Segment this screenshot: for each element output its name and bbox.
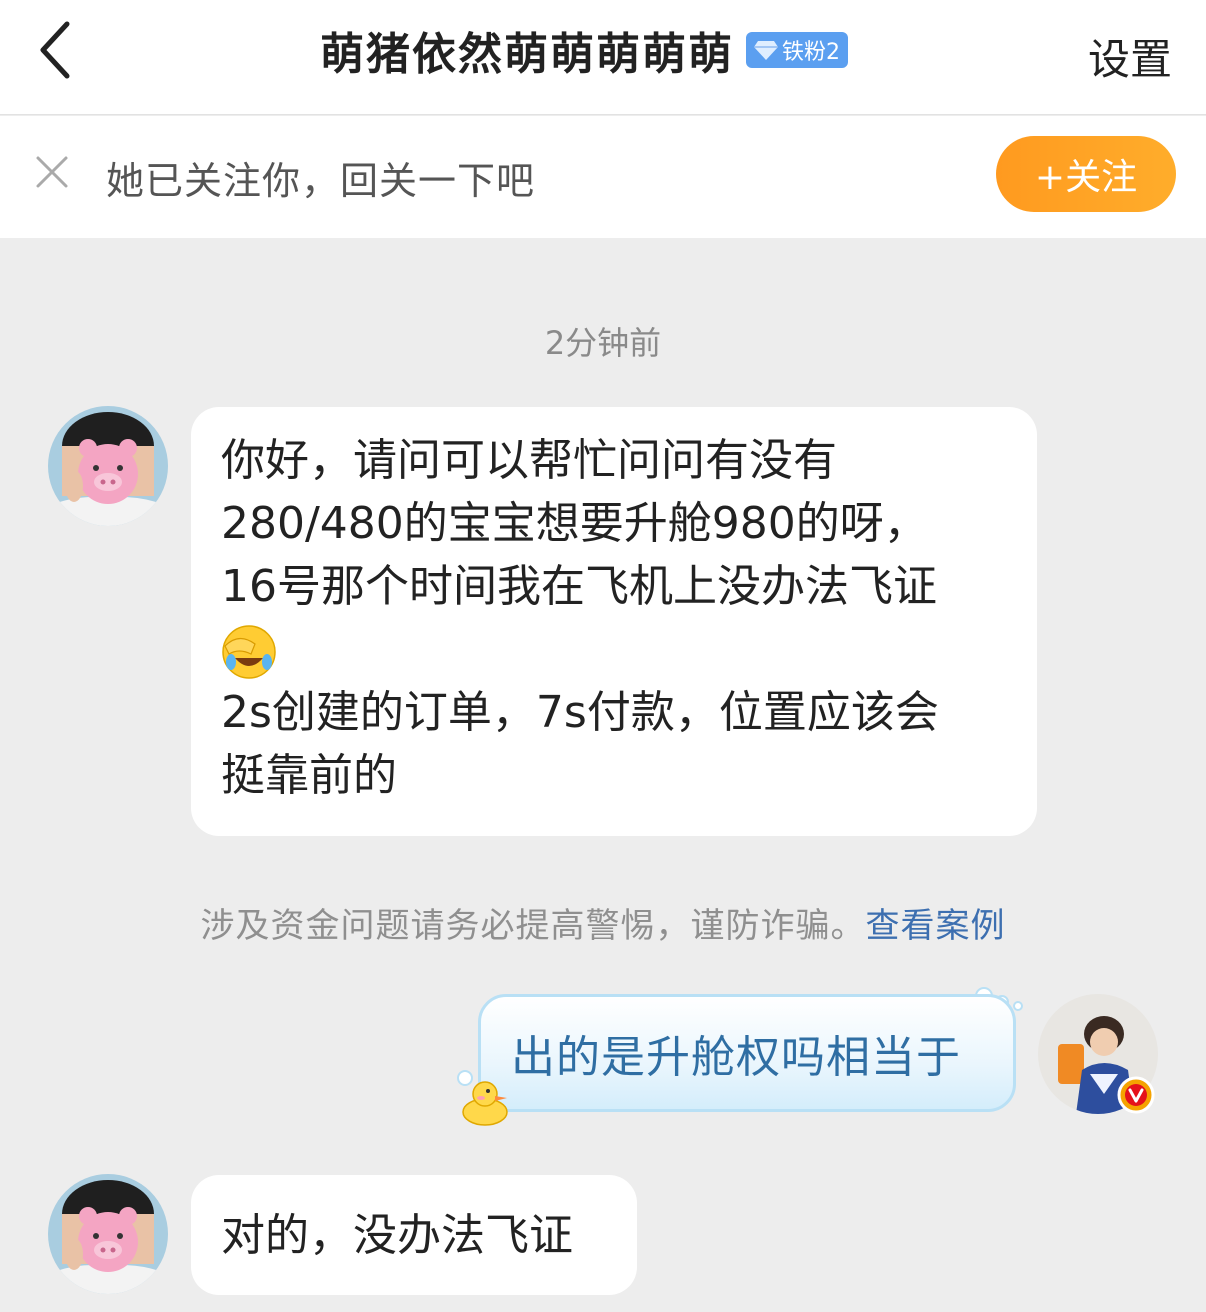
avatar-pig-face-image bbox=[48, 1174, 168, 1294]
back-button[interactable] bbox=[30, 18, 80, 82]
close-icon bbox=[36, 156, 68, 188]
facepalm-emoji-line bbox=[221, 618, 1007, 681]
message-text: 对的，没办法飞证 bbox=[221, 1209, 573, 1261]
diamond-icon bbox=[754, 41, 778, 60]
settings-button[interactable]: 设置 bbox=[1088, 26, 1172, 87]
avatar-pig-face-image bbox=[48, 406, 168, 526]
verified-v-badge-icon bbox=[1117, 1076, 1155, 1114]
conversation-title-area: 萌猪依然萌萌萌萌萌 铁粉2 bbox=[320, 20, 848, 80]
fraud-warning: 涉及资金问题请务必提高警惕，谨防诈骗。查看案例 bbox=[0, 898, 1206, 947]
sent-message-text: 出的是升舱权吗相当于 bbox=[511, 1032, 961, 1083]
received-message-bubble[interactable]: 对的，没办法飞证 bbox=[191, 1175, 637, 1295]
chevron-left-icon bbox=[40, 21, 70, 79]
received-message-bubble[interactable]: 你好，请问可以帮忙问问有没有 280/480的宝宝想要升舱980的呀， 16号那… bbox=[191, 407, 1037, 836]
message-line: 2s创建的订单，7s付款，位置应该会 bbox=[221, 687, 939, 738]
contact-avatar[interactable] bbox=[48, 1174, 168, 1294]
page-title: 萌猪依然萌萌萌萌萌 bbox=[320, 29, 734, 80]
facepalm-laugh-emoji-icon bbox=[222, 625, 276, 679]
message-line: 你好，请问可以帮忙问问有没有 bbox=[221, 435, 837, 486]
message-line: 280/480的宝宝想要升舱980的呀， bbox=[221, 498, 928, 549]
sent-message-bubble[interactable]: 出的是升舱权吗相当于 bbox=[478, 994, 1016, 1112]
message-timestamp: 2分钟前 bbox=[544, 324, 662, 362]
fan-badge-label: 铁粉2 bbox=[782, 40, 840, 65]
contact-avatar[interactable] bbox=[48, 406, 168, 526]
message-line: 16号那个时间我在飞机上没办法飞证 bbox=[221, 561, 937, 612]
message-line: 挺靠前的 bbox=[221, 750, 397, 801]
follow-back-message: 她已关注你，回关一下吧 bbox=[106, 159, 536, 203]
follow-button[interactable]: +关注 bbox=[996, 136, 1176, 212]
duck-decoration-icon bbox=[457, 1070, 508, 1126]
close-follow-bar-button[interactable] bbox=[32, 152, 72, 192]
top-navigation-bar: 萌猪依然萌萌萌萌萌 铁粉2 设置 bbox=[0, 0, 1206, 115]
view-cases-link[interactable]: 查看案例 bbox=[866, 906, 1006, 946]
fan-level-badge: 铁粉2 bbox=[746, 32, 848, 68]
fraud-warning-text: 涉及资金问题请务必提高警惕，谨防诈骗。 bbox=[200, 906, 866, 946]
